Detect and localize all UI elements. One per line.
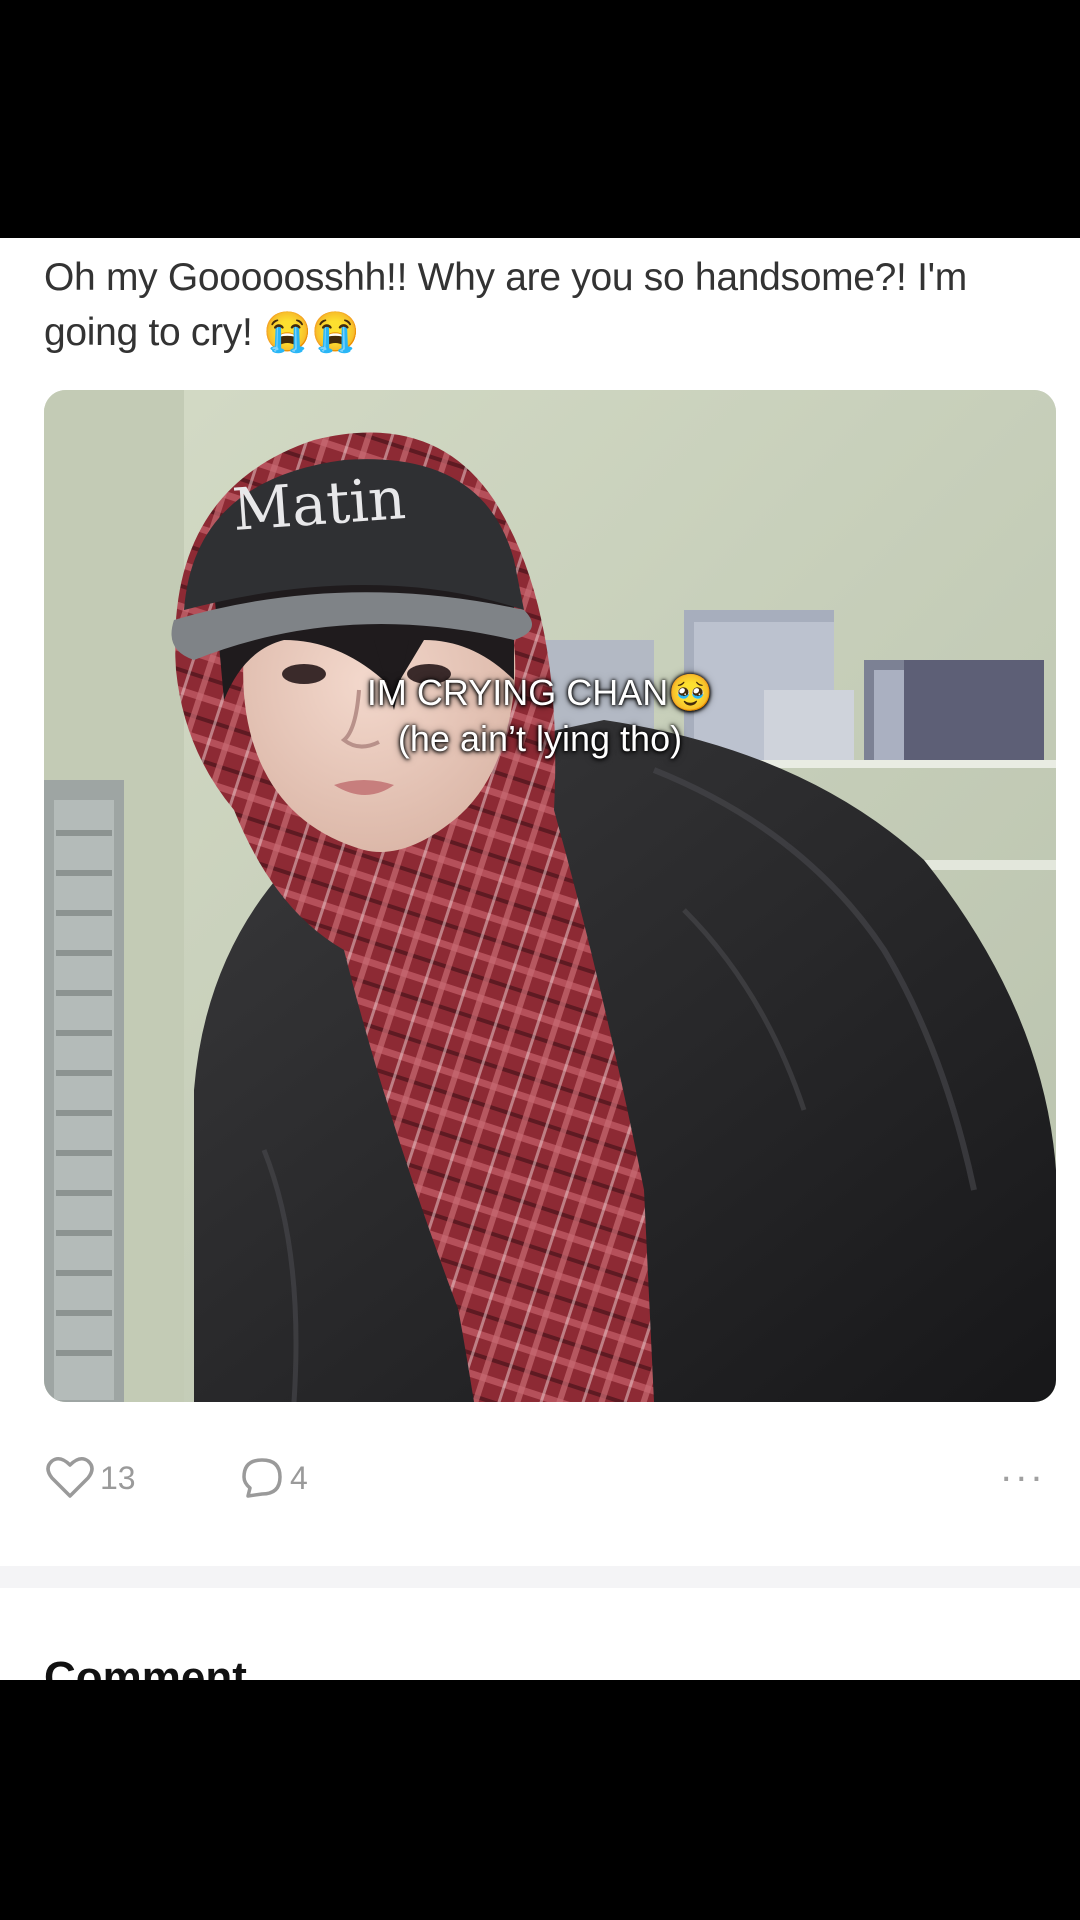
comment-count: 4 xyxy=(290,1459,308,1496)
caption-line-2: (he ain’t lying tho) xyxy=(397,718,683,759)
heart-icon xyxy=(46,1457,94,1498)
post-photo-illustration: Matin xyxy=(44,390,1056,1402)
like-button[interactable]: 13 xyxy=(46,1454,136,1502)
like-count: 13 xyxy=(100,1459,136,1496)
more-options-button[interactable]: ... xyxy=(1001,1448,1046,1488)
speech-bubble-icon xyxy=(242,1458,282,1498)
screen-frame: Oh my Gooooosshh!! Why are you so handso… xyxy=(0,0,1080,1920)
caption-line-1: IM CRYING CHAN🥹 xyxy=(366,672,714,713)
comment-section-heading: Comment xyxy=(44,1653,247,1681)
cap-logo-text: Matin xyxy=(230,464,408,544)
section-divider xyxy=(0,1566,1080,1588)
post-card: Oh my Gooooosshh!! Why are you so handso… xyxy=(0,238,1080,1680)
post-photo[interactable]: Matin xyxy=(44,390,1056,1402)
comment-button[interactable]: 4 xyxy=(240,1454,308,1502)
post-text: Oh my Gooooosshh!! Why are you so handso… xyxy=(44,256,967,354)
video-caption-overlay: IM CRYING CHAN🥹 (he ain’t lying tho) xyxy=(0,670,1080,762)
post-actions: 13 4 ... xyxy=(0,1438,1080,1518)
